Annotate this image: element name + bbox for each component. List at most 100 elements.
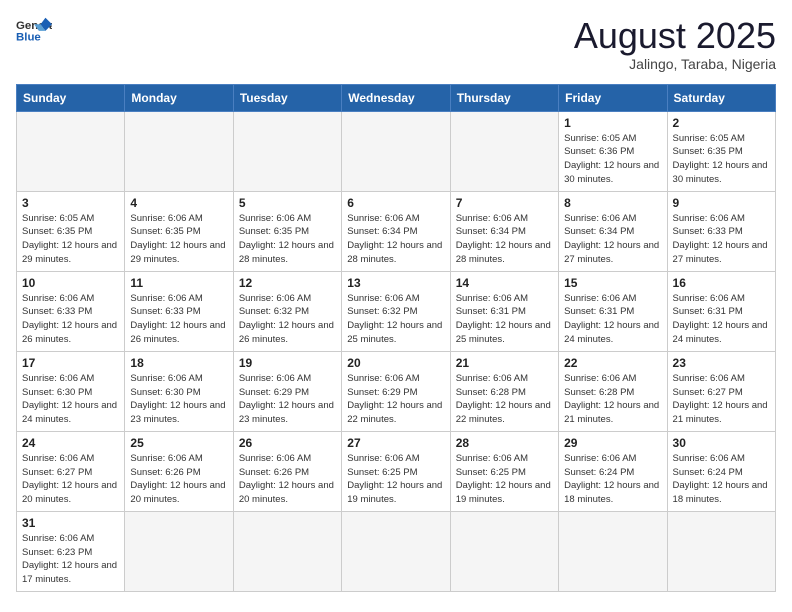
calendar-cell: 15Sunrise: 6:06 AM Sunset: 6:31 PM Dayli…: [559, 271, 667, 351]
svg-text:Blue: Blue: [16, 32, 41, 44]
calendar-cell: 8 Sunrise: 6:06 AM Sunset: 6:34 PM Daylig…: [559, 191, 667, 271]
calendar-header-tuesday: Tuesday: [233, 84, 341, 111]
calendar-cell: [342, 511, 450, 591]
day-info: Sunrise: 6:05 AM Sunset: 6:35 PM Dayligh…: [673, 132, 770, 187]
calendar-cell: 17 Sunrise: 6:06 AM Sunset: 6:30 PM Dayli…: [17, 351, 125, 431]
calendar-cell: [17, 111, 125, 191]
day-info: Sunrise: 6:06 AM Sunset: 6:35 PM Dayligh…: [130, 212, 227, 267]
calendar-cell: 26Sunrise: 6:06 AM Sunset: 6:26 PM Dayli…: [233, 431, 341, 511]
day-info: Sunrise: 6:05 AM Sunset: 6:35 PM Dayligh…: [22, 212, 119, 267]
calendar-header-wednesday: Wednesday: [342, 84, 450, 111]
header: General Blue August 2025 Jalingo, Taraba…: [16, 16, 776, 72]
calendar-cell: [233, 111, 341, 191]
day-info: Sunrise: 6:06 AM Sunset: 6:34 PM Dayligh…: [564, 212, 661, 267]
day-number: 24: [22, 436, 119, 450]
calendar-cell: 19 Sunrise: 6:06 AM Sunset: 6:29 PM Dayli…: [233, 351, 341, 431]
day-info: Sunrise: 6:06 AM Sunset: 6:31 PM Dayligh…: [673, 292, 770, 347]
day-number: 9: [673, 196, 770, 210]
day-number: 1: [564, 116, 661, 130]
day-number: 4: [130, 196, 227, 210]
calendar-cell: 1 Sunrise: 6:05 AM Sunset: 6:36 PM Daylig…: [559, 111, 667, 191]
day-info: Sunrise: 6:06 AM Sunset: 6:25 PM Dayligh…: [347, 452, 444, 507]
calendar-cell: [559, 511, 667, 591]
day-info: Sunrise: 6:06 AM Sunset: 6:28 PM Dayligh…: [456, 372, 553, 427]
calendar-cell: [125, 111, 233, 191]
day-info: Sunrise: 6:06 AM Sunset: 6:26 PM Dayligh…: [239, 452, 336, 507]
logo-icon: General Blue: [16, 16, 52, 44]
calendar-cell: 30 Sunrise: 6:06 AM Sunset: 6:24 PM Dayli…: [667, 431, 775, 511]
day-info: Sunrise: 6:06 AM Sunset: 6:33 PM Dayligh…: [22, 292, 119, 347]
calendar-cell: 31 Sunrise: 6:06 AM Sunset: 6:23 PM Dayli…: [17, 511, 125, 591]
day-number: 27: [347, 436, 444, 450]
day-info: Sunrise: 6:06 AM Sunset: 6:24 PM Dayligh…: [673, 452, 770, 507]
day-number: 13: [347, 276, 444, 290]
calendar-cell: 27 Sunrise: 6:06 AM Sunset: 6:25 PM Dayli…: [342, 431, 450, 511]
day-info: Sunrise: 6:06 AM Sunset: 6:30 PM Dayligh…: [22, 372, 119, 427]
calendar-week-row: 10 Sunrise: 6:06 AM Sunset: 6:33 PM Dayli…: [17, 271, 776, 351]
day-number: 10: [22, 276, 119, 290]
day-number: 8: [564, 196, 661, 210]
calendar-header-monday: Monday: [125, 84, 233, 111]
calendar-cell: 2 Sunrise: 6:05 AM Sunset: 6:35 PM Daylig…: [667, 111, 775, 191]
day-info: Sunrise: 6:05 AM Sunset: 6:36 PM Dayligh…: [564, 132, 661, 187]
day-number: 2: [673, 116, 770, 130]
day-info: Sunrise: 6:06 AM Sunset: 6:27 PM Dayligh…: [22, 452, 119, 507]
day-info: Sunrise: 6:06 AM Sunset: 6:29 PM Dayligh…: [239, 372, 336, 427]
calendar-table: SundayMondayTuesdayWednesdayThursdayFrid…: [16, 84, 776, 592]
calendar-cell: [450, 511, 558, 591]
day-info: Sunrise: 6:06 AM Sunset: 6:31 PM Dayligh…: [456, 292, 553, 347]
day-number: 12: [239, 276, 336, 290]
day-info: Sunrise: 6:06 AM Sunset: 6:25 PM Dayligh…: [456, 452, 553, 507]
calendar-week-row: 17 Sunrise: 6:06 AM Sunset: 6:30 PM Dayli…: [17, 351, 776, 431]
calendar-cell: 10 Sunrise: 6:06 AM Sunset: 6:33 PM Dayli…: [17, 271, 125, 351]
day-info: Sunrise: 6:06 AM Sunset: 6:28 PM Dayligh…: [564, 372, 661, 427]
day-number: 3: [22, 196, 119, 210]
day-info: Sunrise: 6:06 AM Sunset: 6:34 PM Dayligh…: [456, 212, 553, 267]
day-number: 22: [564, 356, 661, 370]
day-number: 28: [456, 436, 553, 450]
calendar-cell: 14 Sunrise: 6:06 AM Sunset: 6:31 PM Dayli…: [450, 271, 558, 351]
calendar-cell: [667, 511, 775, 591]
calendar-cell: 23Sunrise: 6:06 AM Sunset: 6:27 PM Dayli…: [667, 351, 775, 431]
day-info: Sunrise: 6:06 AM Sunset: 6:26 PM Dayligh…: [130, 452, 227, 507]
location-subtitle: Jalingo, Taraba, Nigeria: [574, 56, 776, 72]
calendar-cell: 9 Sunrise: 6:06 AM Sunset: 6:33 PM Daylig…: [667, 191, 775, 271]
calendar-header-friday: Friday: [559, 84, 667, 111]
day-number: 20: [347, 356, 444, 370]
day-number: 14: [456, 276, 553, 290]
calendar-cell: 22 Sunrise: 6:06 AM Sunset: 6:28 PM Dayli…: [559, 351, 667, 431]
calendar-week-row: 24 Sunrise: 6:06 AM Sunset: 6:27 PM Dayli…: [17, 431, 776, 511]
day-info: Sunrise: 6:06 AM Sunset: 6:35 PM Dayligh…: [239, 212, 336, 267]
calendar-cell: 24 Sunrise: 6:06 AM Sunset: 6:27 PM Dayli…: [17, 431, 125, 511]
day-info: Sunrise: 6:06 AM Sunset: 6:27 PM Dayligh…: [673, 372, 770, 427]
calendar-header-thursday: Thursday: [450, 84, 558, 111]
day-number: 19: [239, 356, 336, 370]
calendar-cell: [450, 111, 558, 191]
calendar-week-row: 3 Sunrise: 6:05 AM Sunset: 6:35 PM Daylig…: [17, 191, 776, 271]
day-number: 5: [239, 196, 336, 210]
calendar-cell: 21 Sunrise: 6:06 AM Sunset: 6:28 PM Dayli…: [450, 351, 558, 431]
day-number: 15: [564, 276, 661, 290]
day-info: Sunrise: 6:06 AM Sunset: 6:23 PM Dayligh…: [22, 532, 119, 587]
calendar-cell: 20Sunrise: 6:06 AM Sunset: 6:29 PM Dayli…: [342, 351, 450, 431]
calendar-cell: 6Sunrise: 6:06 AM Sunset: 6:34 PM Daylig…: [342, 191, 450, 271]
day-number: 31: [22, 516, 119, 530]
day-number: 11: [130, 276, 227, 290]
day-number: 30: [673, 436, 770, 450]
day-info: Sunrise: 6:06 AM Sunset: 6:33 PM Dayligh…: [673, 212, 770, 267]
calendar-cell: 13Sunrise: 6:06 AM Sunset: 6:32 PM Dayli…: [342, 271, 450, 351]
calendar-cell: 18 Sunrise: 6:06 AM Sunset: 6:30 PM Dayli…: [125, 351, 233, 431]
day-number: 16: [673, 276, 770, 290]
calendar-header-sunday: Sunday: [17, 84, 125, 111]
logo: General Blue: [16, 16, 52, 44]
calendar-cell: 5 Sunrise: 6:06 AM Sunset: 6:35 PM Daylig…: [233, 191, 341, 271]
day-number: 17: [22, 356, 119, 370]
day-number: 18: [130, 356, 227, 370]
calendar-week-row: 31 Sunrise: 6:06 AM Sunset: 6:23 PM Dayli…: [17, 511, 776, 591]
month-title: August 2025: [574, 16, 776, 56]
day-number: 21: [456, 356, 553, 370]
day-number: 7: [456, 196, 553, 210]
calendar-cell: 25Sunrise: 6:06 AM Sunset: 6:26 PM Dayli…: [125, 431, 233, 511]
title-area: August 2025 Jalingo, Taraba, Nigeria: [574, 16, 776, 72]
day-info: Sunrise: 6:06 AM Sunset: 6:30 PM Dayligh…: [130, 372, 227, 427]
